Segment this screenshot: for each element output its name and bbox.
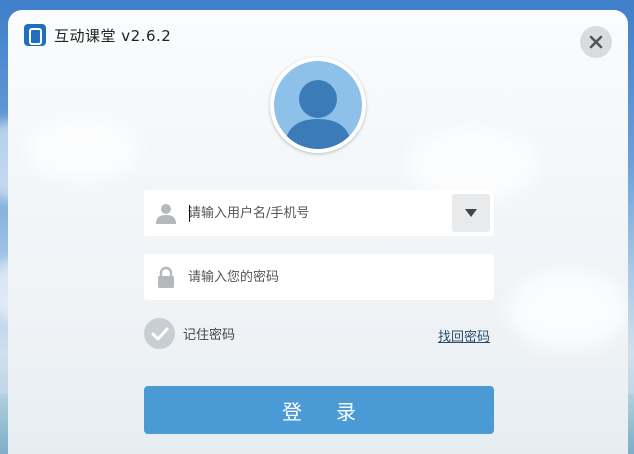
app-title: 互动课堂 v2.6.2: [54, 26, 172, 45]
dropdown-arrow-icon: [465, 209, 477, 217]
forgot-password-link[interactable]: 找回密码: [438, 326, 490, 345]
username-field: [144, 190, 494, 236]
decorative-cloud: [508, 270, 628, 350]
close-button[interactable]: [580, 26, 612, 58]
login-button[interactable]: 登录: [144, 386, 494, 434]
title-bar: 互动课堂 v2.6.2: [24, 24, 171, 46]
user-avatar-icon: [274, 61, 362, 149]
remember-password-label: 记住密码: [183, 328, 236, 343]
lock-icon: [158, 266, 174, 288]
close-icon: [589, 35, 603, 49]
username-input[interactable]: [188, 190, 438, 236]
remember-password-toggle[interactable]: 记住密码: [144, 318, 235, 349]
account-dropdown-button[interactable]: [452, 194, 490, 232]
password-field: [144, 254, 494, 300]
password-input[interactable]: [188, 254, 438, 300]
checkmark-icon: [144, 318, 175, 349]
text-cursor: [189, 205, 190, 222]
user-icon: [156, 204, 176, 224]
decorative-cloud: [28, 120, 138, 180]
app-logo-icon: [24, 24, 46, 46]
login-window: 互动课堂 v2.6.2 请输入用户名/手机号 记住密码 找回密码 登录: [8, 10, 628, 454]
avatar: [270, 57, 366, 153]
